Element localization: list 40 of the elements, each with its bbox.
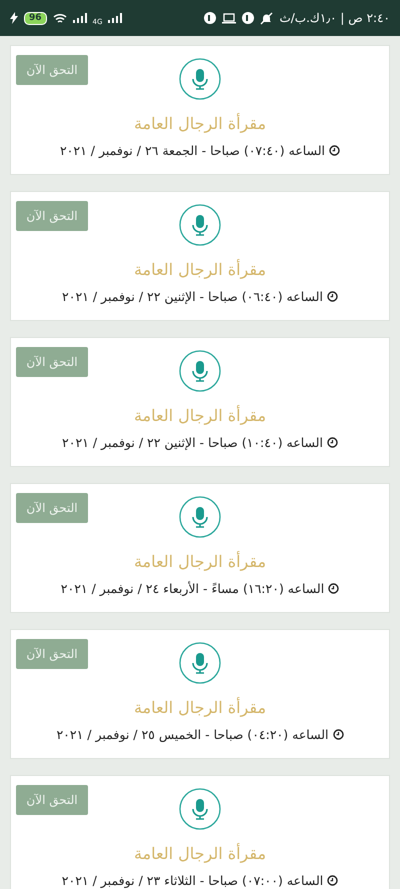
schedule-text: الساعه (٠٦:٤٠) صباحا - الإثنين ٢٢ / نوفمبر / ٢٠٢١ [62, 289, 323, 304]
join-button[interactable]: التحق الآن [16, 785, 88, 815]
clock-icon [328, 583, 340, 594]
join-button[interactable]: التحق الآن [16, 493, 88, 523]
card-title: مقرأة الرجال العامة [134, 406, 266, 425]
card-title: مقرأة الرجال العامة [134, 698, 266, 717]
clock-icon [329, 145, 340, 156]
card-title: مقرأة الرجال العامة [134, 260, 266, 279]
schedule-text: الساعه (٠٤:٢٠) صباحا - الخميس ٢٥ / نوفمبر / ٢٠٢١ [56, 727, 329, 742]
microphone-icon [179, 642, 221, 684]
card-title: مقرأة الرجال العامة [134, 844, 266, 863]
schedule-text: الساعه (٠٧:٠٠) صباحا - الثلاثاء ٢٣ / نوفمبر / ٢٠٢١ [62, 873, 324, 888]
signal-icon [108, 13, 122, 23]
join-button[interactable]: التحق الآن [16, 55, 88, 85]
microphone-icon [179, 58, 221, 100]
laptop-icon [222, 12, 236, 24]
battery-level: 96 [24, 12, 47, 24]
join-button[interactable]: التحق الآن [16, 347, 88, 377]
wifi-icon [52, 12, 67, 24]
status-time: ٢:٤٠ ص | ١٫٠ك.ب/ث [279, 11, 390, 25]
clock-icon [326, 437, 338, 448]
schedule-text: الساعه (١٠:٤٠) صباحا - الإثنين ٢٢ / نوفمبر / ٢٠٢١ [62, 435, 323, 450]
card-title: مقرأة الرجال العامة [134, 552, 266, 571]
microphone-icon [179, 496, 221, 538]
schedule-text: الساعه (١٦:٢٠) مساءً - الأربعاء ٢٤ / نوفمبر / ٢٠٢١ [60, 581, 324, 596]
app-icon [204, 12, 216, 24]
clock-icon [332, 729, 344, 740]
microphone-icon [179, 788, 221, 830]
charging-icon [10, 12, 18, 24]
clock-icon [326, 291, 338, 302]
card-title: مقرأة الرجال العامة [134, 114, 266, 133]
muted-bell-icon [260, 12, 274, 24]
schedule-text: الساعه (٠٧:٤٠) صباحا - الجمعة ٢٦ / نوفمبر / ٢٠٢١ [60, 143, 326, 158]
microphone-icon [179, 204, 221, 246]
join-button[interactable]: التحق الآن [16, 201, 88, 231]
app-icon [242, 12, 254, 24]
clock-icon [327, 875, 338, 886]
join-button[interactable]: التحق الآن [16, 639, 88, 669]
signal-icon [72, 13, 87, 23]
microphone-icon [179, 350, 221, 392]
